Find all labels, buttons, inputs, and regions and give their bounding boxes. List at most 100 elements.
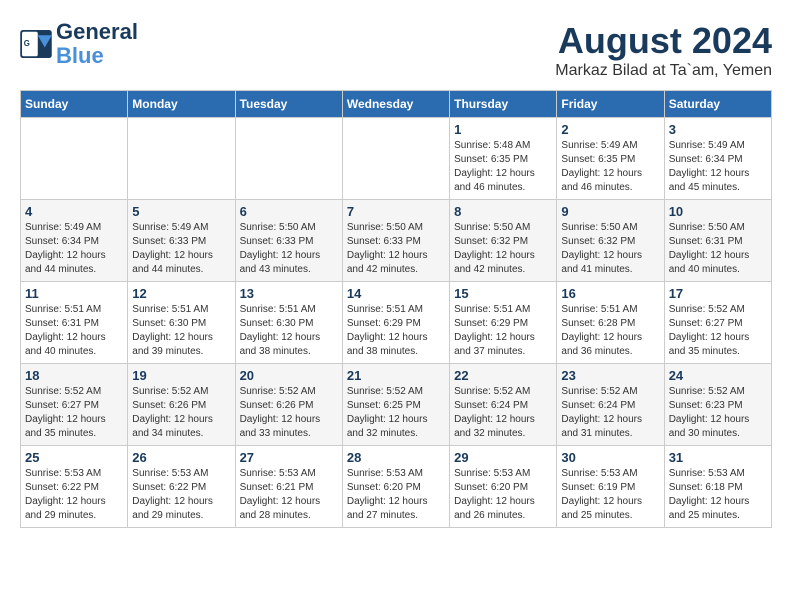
calendar-day-cell: 18 Sunrise: 5:52 AM Sunset: 6:27 PM Dayli… — [21, 364, 128, 446]
calendar-body: 1 Sunrise: 5:48 AM Sunset: 6:35 PM Daylig… — [21, 118, 772, 528]
day-number: 8 — [454, 204, 552, 219]
calendar-day-cell: 23 Sunrise: 5:52 AM Sunset: 6:24 PM Dayli… — [557, 364, 664, 446]
day-info: Sunrise: 5:48 AM Sunset: 6:35 PM Dayligh… — [454, 139, 552, 195]
calendar-day-cell: 27 Sunrise: 5:53 AM Sunset: 6:21 PM Dayli… — [235, 446, 342, 528]
day-info: Sunrise: 5:50 AM Sunset: 6:33 PM Dayligh… — [347, 221, 445, 277]
weekday-header-cell: Tuesday — [235, 91, 342, 118]
day-info: Sunrise: 5:52 AM Sunset: 6:26 PM Dayligh… — [132, 385, 230, 441]
day-info: Sunrise: 5:53 AM Sunset: 6:21 PM Dayligh… — [240, 467, 338, 523]
day-number: 25 — [25, 450, 123, 465]
day-number: 12 — [132, 286, 230, 301]
logo-icon: G — [20, 30, 52, 58]
calendar-day-cell: 14 Sunrise: 5:51 AM Sunset: 6:29 PM Dayli… — [342, 282, 449, 364]
day-number: 20 — [240, 368, 338, 383]
day-info: Sunrise: 5:52 AM Sunset: 6:27 PM Dayligh… — [25, 385, 123, 441]
calendar-day-cell — [235, 118, 342, 200]
day-info: Sunrise: 5:50 AM Sunset: 6:31 PM Dayligh… — [669, 221, 767, 277]
calendar-day-cell — [128, 118, 235, 200]
weekday-header-cell: Monday — [128, 91, 235, 118]
calendar-day-cell: 12 Sunrise: 5:51 AM Sunset: 6:30 PM Dayli… — [128, 282, 235, 364]
day-info: Sunrise: 5:51 AM Sunset: 6:29 PM Dayligh… — [347, 303, 445, 359]
day-number: 9 — [561, 204, 659, 219]
calendar-day-cell: 24 Sunrise: 5:52 AM Sunset: 6:23 PM Dayli… — [664, 364, 771, 446]
calendar-day-cell: 6 Sunrise: 5:50 AM Sunset: 6:33 PM Daylig… — [235, 200, 342, 282]
day-number: 7 — [347, 204, 445, 219]
calendar-day-cell: 19 Sunrise: 5:52 AM Sunset: 6:26 PM Dayli… — [128, 364, 235, 446]
calendar-day-cell: 1 Sunrise: 5:48 AM Sunset: 6:35 PM Daylig… — [450, 118, 557, 200]
calendar-day-cell: 20 Sunrise: 5:52 AM Sunset: 6:26 PM Dayli… — [235, 364, 342, 446]
day-number: 18 — [25, 368, 123, 383]
day-info: Sunrise: 5:53 AM Sunset: 6:22 PM Dayligh… — [132, 467, 230, 523]
day-number: 19 — [132, 368, 230, 383]
day-number: 1 — [454, 122, 552, 137]
calendar-day-cell: 9 Sunrise: 5:50 AM Sunset: 6:32 PM Daylig… — [557, 200, 664, 282]
day-number: 28 — [347, 450, 445, 465]
day-number: 21 — [347, 368, 445, 383]
day-info: Sunrise: 5:53 AM Sunset: 6:18 PM Dayligh… — [669, 467, 767, 523]
calendar-day-cell: 22 Sunrise: 5:52 AM Sunset: 6:24 PM Dayli… — [450, 364, 557, 446]
day-info: Sunrise: 5:53 AM Sunset: 6:22 PM Dayligh… — [25, 467, 123, 523]
day-info: Sunrise: 5:52 AM Sunset: 6:26 PM Dayligh… — [240, 385, 338, 441]
calendar-day-cell — [342, 118, 449, 200]
day-info: Sunrise: 5:50 AM Sunset: 6:33 PM Dayligh… — [240, 221, 338, 277]
day-info: Sunrise: 5:49 AM Sunset: 6:34 PM Dayligh… — [25, 221, 123, 277]
logo-text: GeneralBlue — [56, 20, 138, 68]
day-info: Sunrise: 5:51 AM Sunset: 6:29 PM Dayligh… — [454, 303, 552, 359]
calendar-day-cell — [21, 118, 128, 200]
day-number: 5 — [132, 204, 230, 219]
svg-text:G: G — [24, 39, 30, 48]
calendar-table: SundayMondayTuesdayWednesdayThursdayFrid… — [20, 90, 772, 528]
day-number: 22 — [454, 368, 552, 383]
calendar-week-row: 18 Sunrise: 5:52 AM Sunset: 6:27 PM Dayli… — [21, 364, 772, 446]
day-info: Sunrise: 5:51 AM Sunset: 6:30 PM Dayligh… — [132, 303, 230, 359]
day-number: 4 — [25, 204, 123, 219]
day-info: Sunrise: 5:53 AM Sunset: 6:20 PM Dayligh… — [347, 467, 445, 523]
header: G GeneralBlue August 2024 Markaz Bilad a… — [20, 20, 772, 80]
main-title: August 2024 — [555, 20, 772, 62]
calendar-week-row: 1 Sunrise: 5:48 AM Sunset: 6:35 PM Daylig… — [21, 118, 772, 200]
day-number: 13 — [240, 286, 338, 301]
day-info: Sunrise: 5:52 AM Sunset: 6:24 PM Dayligh… — [561, 385, 659, 441]
calendar-day-cell: 16 Sunrise: 5:51 AM Sunset: 6:28 PM Dayli… — [557, 282, 664, 364]
calendar-day-cell: 31Sunrise: 5:53 AM Sunset: 6:18 PM Dayli… — [664, 446, 771, 528]
day-info: Sunrise: 5:49 AM Sunset: 6:33 PM Dayligh… — [132, 221, 230, 277]
day-number: 2 — [561, 122, 659, 137]
weekday-header-cell: Saturday — [664, 91, 771, 118]
day-info: Sunrise: 5:53 AM Sunset: 6:20 PM Dayligh… — [454, 467, 552, 523]
day-number: 3 — [669, 122, 767, 137]
day-number: 24 — [669, 368, 767, 383]
day-info: Sunrise: 5:50 AM Sunset: 6:32 PM Dayligh… — [454, 221, 552, 277]
day-number: 23 — [561, 368, 659, 383]
day-number: 11 — [25, 286, 123, 301]
day-info: Sunrise: 5:52 AM Sunset: 6:23 PM Dayligh… — [669, 385, 767, 441]
calendar-week-row: 25 Sunrise: 5:53 AM Sunset: 6:22 PM Dayli… — [21, 446, 772, 528]
day-number: 29 — [454, 450, 552, 465]
weekday-header-cell: Sunday — [21, 91, 128, 118]
day-info: Sunrise: 5:52 AM Sunset: 6:27 PM Dayligh… — [669, 303, 767, 359]
day-number: 10 — [669, 204, 767, 219]
day-number: 16 — [561, 286, 659, 301]
day-number: 6 — [240, 204, 338, 219]
calendar-day-cell: 10 Sunrise: 5:50 AM Sunset: 6:31 PM Dayli… — [664, 200, 771, 282]
calendar-day-cell: 7 Sunrise: 5:50 AM Sunset: 6:33 PM Daylig… — [342, 200, 449, 282]
day-info: Sunrise: 5:51 AM Sunset: 6:30 PM Dayligh… — [240, 303, 338, 359]
day-number: 27 — [240, 450, 338, 465]
calendar-week-row: 4 Sunrise: 5:49 AM Sunset: 6:34 PM Daylig… — [21, 200, 772, 282]
day-number: 26 — [132, 450, 230, 465]
weekday-header-cell: Friday — [557, 91, 664, 118]
calendar-day-cell: 28 Sunrise: 5:53 AM Sunset: 6:20 PM Dayli… — [342, 446, 449, 528]
calendar-day-cell: 21Sunrise: 5:52 AM Sunset: 6:25 PM Dayli… — [342, 364, 449, 446]
day-number: 14 — [347, 286, 445, 301]
day-info: Sunrise: 5:51 AM Sunset: 6:28 PM Dayligh… — [561, 303, 659, 359]
calendar-day-cell: 4 Sunrise: 5:49 AM Sunset: 6:34 PM Daylig… — [21, 200, 128, 282]
title-area: August 2024 Markaz Bilad at Ta`am, Yemen — [555, 20, 772, 80]
calendar-day-cell: 8 Sunrise: 5:50 AM Sunset: 6:32 PM Daylig… — [450, 200, 557, 282]
calendar-day-cell: 13 Sunrise: 5:51 AM Sunset: 6:30 PM Dayli… — [235, 282, 342, 364]
weekday-header-cell: Thursday — [450, 91, 557, 118]
calendar-day-cell: 5 Sunrise: 5:49 AM Sunset: 6:33 PM Daylig… — [128, 200, 235, 282]
calendar-day-cell: 26 Sunrise: 5:53 AM Sunset: 6:22 PM Dayli… — [128, 446, 235, 528]
day-info: Sunrise: 5:50 AM Sunset: 6:32 PM Dayligh… — [561, 221, 659, 277]
subtitle: Markaz Bilad at Ta`am, Yemen — [555, 62, 772, 80]
calendar-day-cell: 11Sunrise: 5:51 AM Sunset: 6:31 PM Dayli… — [21, 282, 128, 364]
day-info: Sunrise: 5:52 AM Sunset: 6:24 PM Dayligh… — [454, 385, 552, 441]
